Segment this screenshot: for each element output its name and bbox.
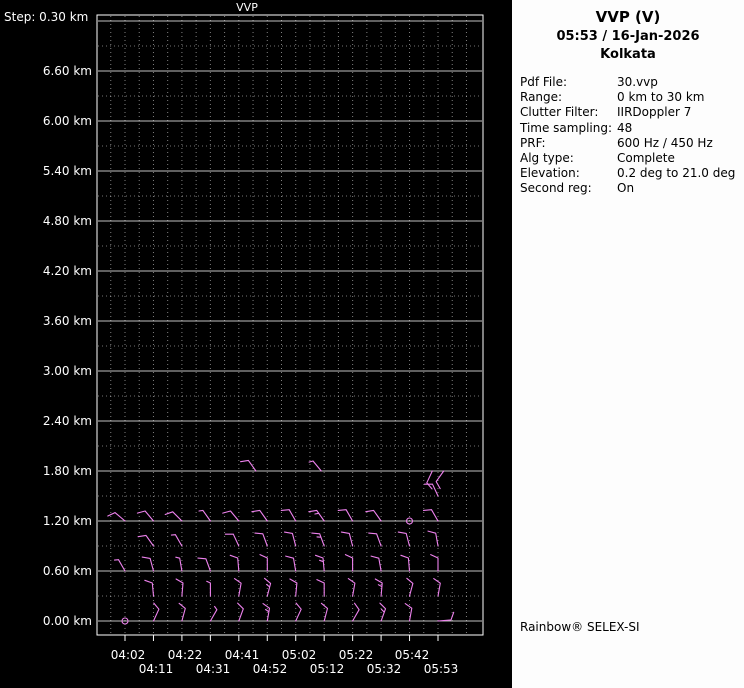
field-value: 30.vvp	[617, 75, 658, 89]
x-axis-label: 05:53	[423, 662, 459, 676]
x-axis-label: 04:02	[110, 648, 146, 662]
field-value: IIRDoppler 7	[617, 105, 692, 120]
field-label: Clutter Filter:	[520, 105, 599, 120]
y-axis-step-label: Step: 0.30 km	[4, 10, 89, 24]
y-axis-label: 3.00 km	[42, 364, 92, 378]
product-title: VVP (V)	[595, 8, 661, 26]
y-axis-label: 4.80 km	[42, 214, 92, 228]
field-row: PRF: 600 Hz / 450 Hz	[520, 136, 744, 151]
x-axis-label: 05:22	[338, 648, 374, 662]
y-axis-label: 1.20 km	[42, 514, 92, 528]
field-row: Second reg: On	[520, 181, 744, 196]
product-parameters: Pdf File: 30.vvp Range: 0 km to 30 km Clut…	[520, 75, 744, 197]
field-value: 0.2 deg to 21.0 deg	[617, 166, 736, 181]
site-name: Kolkata	[600, 47, 656, 62]
field-value: Complete	[617, 150, 675, 165]
x-axis-label: 05:42	[394, 648, 430, 662]
x-axis-label: 04:31	[195, 662, 231, 676]
field-row: Pdf File: 30.vvp	[520, 75, 744, 90]
x-axis-label: 04:52	[252, 662, 288, 676]
vvp-chart-area: VVP Step: 0.30 km 6.60 km 6.00 km 5.40 k…	[0, 0, 512, 688]
field-value: 48	[617, 120, 633, 135]
y-axis-label: 6.60 km	[42, 64, 92, 78]
y-axis-label: 5.40 km	[42, 164, 92, 178]
x-axis-label: 05:12	[309, 662, 345, 676]
field-label: Pdf File:	[520, 75, 568, 89]
field-label: PRF:	[520, 135, 546, 150]
field-value: 0 km to 30 km	[617, 90, 705, 105]
field-row: Time sampling: 48	[520, 121, 744, 136]
field-row: Range: 0 km to 30 km	[520, 90, 744, 105]
brand-footer: Rainbow® SELEX-SI	[520, 620, 640, 634]
y-axis-label: 4.20 km	[42, 264, 92, 278]
y-axis-label: 0.60 km	[42, 564, 92, 578]
field-value: 600 Hz / 450 Hz	[617, 135, 713, 150]
y-axis-label: 6.00 km	[42, 114, 92, 128]
y-axis-label: 2.40 km	[42, 414, 92, 428]
field-label: Elevation:	[520, 166, 580, 181]
x-axis-label: 04:22	[167, 648, 203, 662]
field-label: Alg type:	[520, 150, 574, 165]
y-axis-label: 0.00 km	[42, 614, 92, 628]
field-value: On	[617, 181, 635, 196]
field-row: Clutter Filter: IIRDoppler 7	[520, 105, 744, 120]
field-label: Time sampling:	[520, 120, 613, 135]
info-panel: VVP (V) 05:53 / 16-Jan-2026 Kolkata Pdf …	[512, 0, 744, 688]
field-label: Range:	[520, 90, 563, 105]
field-row: Alg type: Complete	[520, 151, 744, 166]
x-axis-label: 05:32	[366, 662, 402, 676]
y-axis-label: 1.80 km	[42, 464, 92, 478]
x-axis-label: 04:41	[224, 648, 260, 662]
y-axis-label: 3.60 km	[42, 314, 92, 328]
product-datetime: 05:53 / 16-Jan-2026	[556, 29, 700, 44]
field-row: Elevation: 0.2 deg to 21.0 deg	[520, 166, 744, 181]
field-label: Second reg:	[520, 181, 592, 196]
wind-profile-plot	[96, 14, 484, 641]
x-axis-label: 04:11	[138, 662, 174, 676]
x-axis-label: 05:02	[281, 648, 317, 662]
